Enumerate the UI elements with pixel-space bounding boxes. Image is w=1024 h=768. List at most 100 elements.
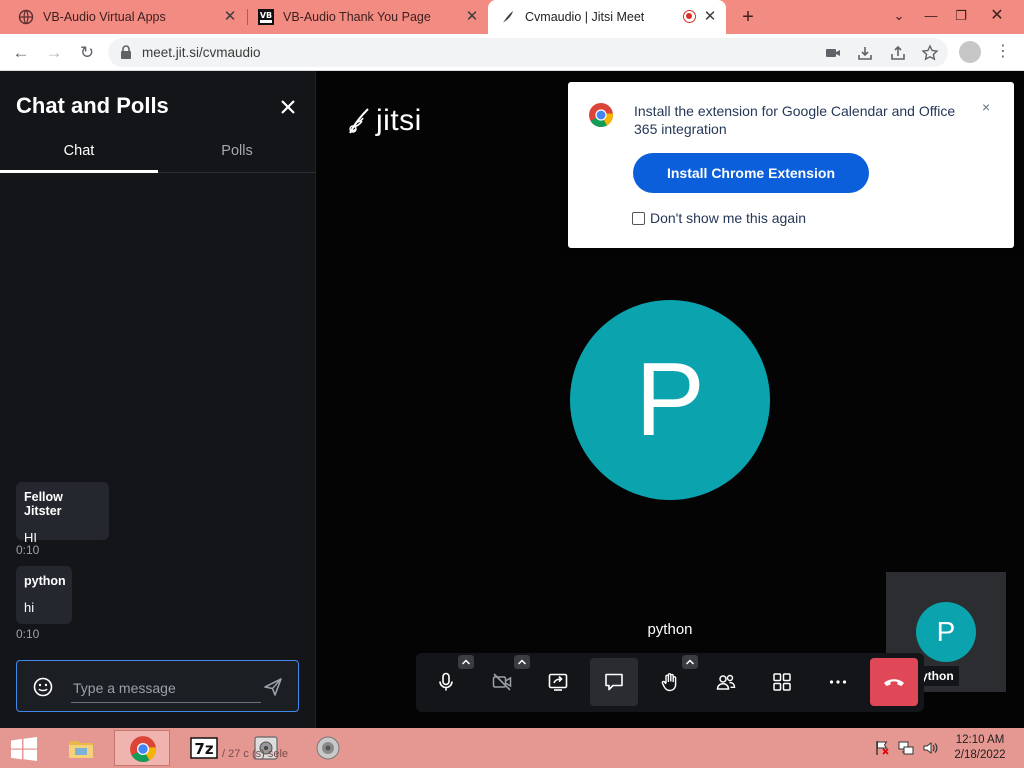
jitsi-feather-icon: [503, 11, 513, 23]
chevron-up-icon: [461, 659, 471, 665]
install-app-icon[interactable]: [856, 44, 874, 62]
tile-view-button[interactable]: [758, 658, 806, 706]
raise-hand-icon: [661, 673, 677, 692]
address-bar[interactable]: meet.jit.si/cvmaudio: [108, 38, 948, 67]
message-timestamp: 0:10: [16, 543, 40, 557]
chevron-up-icon: [685, 659, 695, 665]
camera-in-use-icon[interactable]: [824, 44, 842, 62]
checkbox-box[interactable]: [632, 211, 645, 225]
tab-chat[interactable]: Chat: [0, 133, 158, 173]
clock-time: 12:10 AM: [955, 734, 1005, 746]
window-close-icon[interactable]: ✕: [984, 4, 1010, 28]
svg-text:VB: VB: [260, 11, 272, 20]
vb-audio-logo-icon: VB: [258, 9, 274, 25]
tab-vb-audio-virtual-apps[interactable]: VB-Audio Virtual Apps ✕: [0, 0, 246, 34]
browser-toolbar: ← → ↻ meet.jit.si/cvmaudio: [0, 34, 1024, 71]
chat-composer: [16, 660, 299, 712]
leave-meeting-button[interactable]: [870, 658, 918, 706]
chat-message-input[interactable]: [71, 673, 261, 703]
url-text: meet.jit.si/cvmaudio: [142, 45, 261, 60]
chat-message: Fellow Jitster HI: [16, 482, 109, 545]
participants-icon: [716, 674, 736, 690]
profile-avatar-icon[interactable]: [959, 41, 981, 63]
tab-polls[interactable]: Polls: [158, 133, 316, 173]
emoji-smile-icon[interactable]: [33, 677, 53, 697]
new-tab-button[interactable]: +: [737, 6, 759, 28]
microphone-options-caret[interactable]: [458, 655, 474, 669]
camera-off-icon: [492, 673, 512, 691]
tab-vb-audio-thank-you[interactable]: VB VB-Audio Thank You Page ✕: [248, 0, 488, 34]
install-chrome-extension-button[interactable]: Install Chrome Extension: [633, 153, 869, 193]
chat-tabs: Chat Polls: [0, 133, 316, 173]
taskbar-speaker-app[interactable]: [300, 730, 356, 766]
globe-icon: [18, 9, 34, 25]
restore-icon[interactable]: ❐: [948, 4, 974, 28]
tab-title: VB-Audio Thank You Page: [283, 10, 431, 24]
notification-close-icon[interactable]: ×: [982, 99, 990, 115]
participants-button[interactable]: [702, 658, 750, 706]
reactions-options-caret[interactable]: [682, 655, 698, 669]
reload-icon[interactable]: ↻: [75, 41, 99, 65]
windows-taskbar: 7z: [0, 728, 1024, 768]
jitsi-logo[interactable]: jitsi: [346, 103, 422, 139]
message-text: hi: [24, 600, 35, 615]
microphone-icon: [439, 672, 453, 691]
more-options-button[interactable]: [814, 658, 862, 706]
background-window-text: / 27 c (s) sele: [222, 748, 289, 760]
chrome-logo-icon: [589, 103, 613, 128]
chat-toggle-button[interactable]: [590, 658, 638, 706]
thumbnail-avatar: P: [916, 602, 976, 662]
message-sender: Fellow Jitster: [24, 490, 63, 518]
jitsi-logo-text: jitsi: [376, 104, 422, 137]
close-chat-icon[interactable]: [277, 96, 299, 118]
volume-icon[interactable]: [922, 740, 938, 756]
more-dots-icon: [829, 680, 847, 684]
camera-options-caret[interactable]: [514, 655, 530, 669]
hangup-phone-icon: [884, 679, 904, 686]
speaker-name: python: [647, 621, 693, 638]
taskbar-chrome[interactable]: [114, 730, 170, 766]
send-icon[interactable]: [263, 677, 283, 697]
clock-date: 2/18/2022: [954, 749, 1006, 761]
call-toolbar: [416, 653, 924, 712]
message-timestamp: 0:10: [16, 627, 40, 641]
browser-tab-strip: VB-Audio Virtual Apps ✕ VB VB-Audio Than…: [0, 0, 1024, 34]
windows-start-icon[interactable]: [10, 737, 38, 761]
chevron-up-icon: [517, 659, 527, 665]
share-screen-button[interactable]: [534, 658, 582, 706]
chrome-logo-icon: [130, 736, 156, 762]
folder-icon: [69, 741, 93, 758]
tab-title: VB-Audio Virtual Apps: [43, 10, 166, 24]
dont-show-again-checkbox[interactable]: Don't show me this again: [632, 210, 806, 226]
calendar-extension-notification: Install the extension for Google Calenda…: [568, 82, 1014, 248]
minimize-icon[interactable]: —: [918, 4, 944, 28]
message-sender: python: [24, 574, 66, 588]
network-icon[interactable]: [898, 740, 914, 756]
checkbox-label: Don't show me this again: [650, 210, 806, 226]
tab-title: Cvmaudio | Jitsi Meet: [525, 10, 645, 24]
chat-bubble-icon: [605, 673, 623, 691]
seven-zip-icon: 7z: [190, 737, 218, 759]
tab-search-chevron-icon[interactable]: ⌄: [886, 4, 912, 28]
recording-indicator-icon: [683, 10, 696, 23]
tab-close-icon[interactable]: ✕: [222, 9, 238, 25]
forward-arrow-icon[interactable]: →: [42, 41, 66, 65]
svg-text:7z: 7z: [194, 740, 213, 758]
system-clock[interactable]: 12:10 AM 2/18/2022: [950, 733, 1010, 763]
chat-panel: Chat and Polls Chat Polls Fellow Jitster…: [0, 71, 316, 728]
taskbar-file-explorer[interactable]: [53, 730, 109, 766]
chat-message: python hi: [16, 566, 72, 624]
action-center-flag-icon[interactable]: [874, 740, 890, 756]
tab-close-icon[interactable]: ✕: [464, 9, 480, 25]
browser-menu-icon[interactable]: ⋮: [995, 41, 1011, 63]
notification-message: Install the extension for Google Calenda…: [634, 103, 956, 137]
share-icon[interactable]: [889, 44, 907, 62]
bookmark-star-icon[interactable]: [921, 44, 939, 62]
tile-grid-icon: [773, 673, 791, 691]
chat-panel-title: Chat and Polls: [16, 93, 169, 118]
back-arrow-icon[interactable]: ←: [9, 41, 33, 65]
speaker-icon: [316, 736, 340, 760]
tab-jitsi-meet[interactable]: Cvmaudio | Jitsi Meet ✕: [488, 0, 726, 34]
tab-close-icon[interactable]: ✕: [702, 9, 718, 25]
lock-icon: [121, 45, 131, 59]
